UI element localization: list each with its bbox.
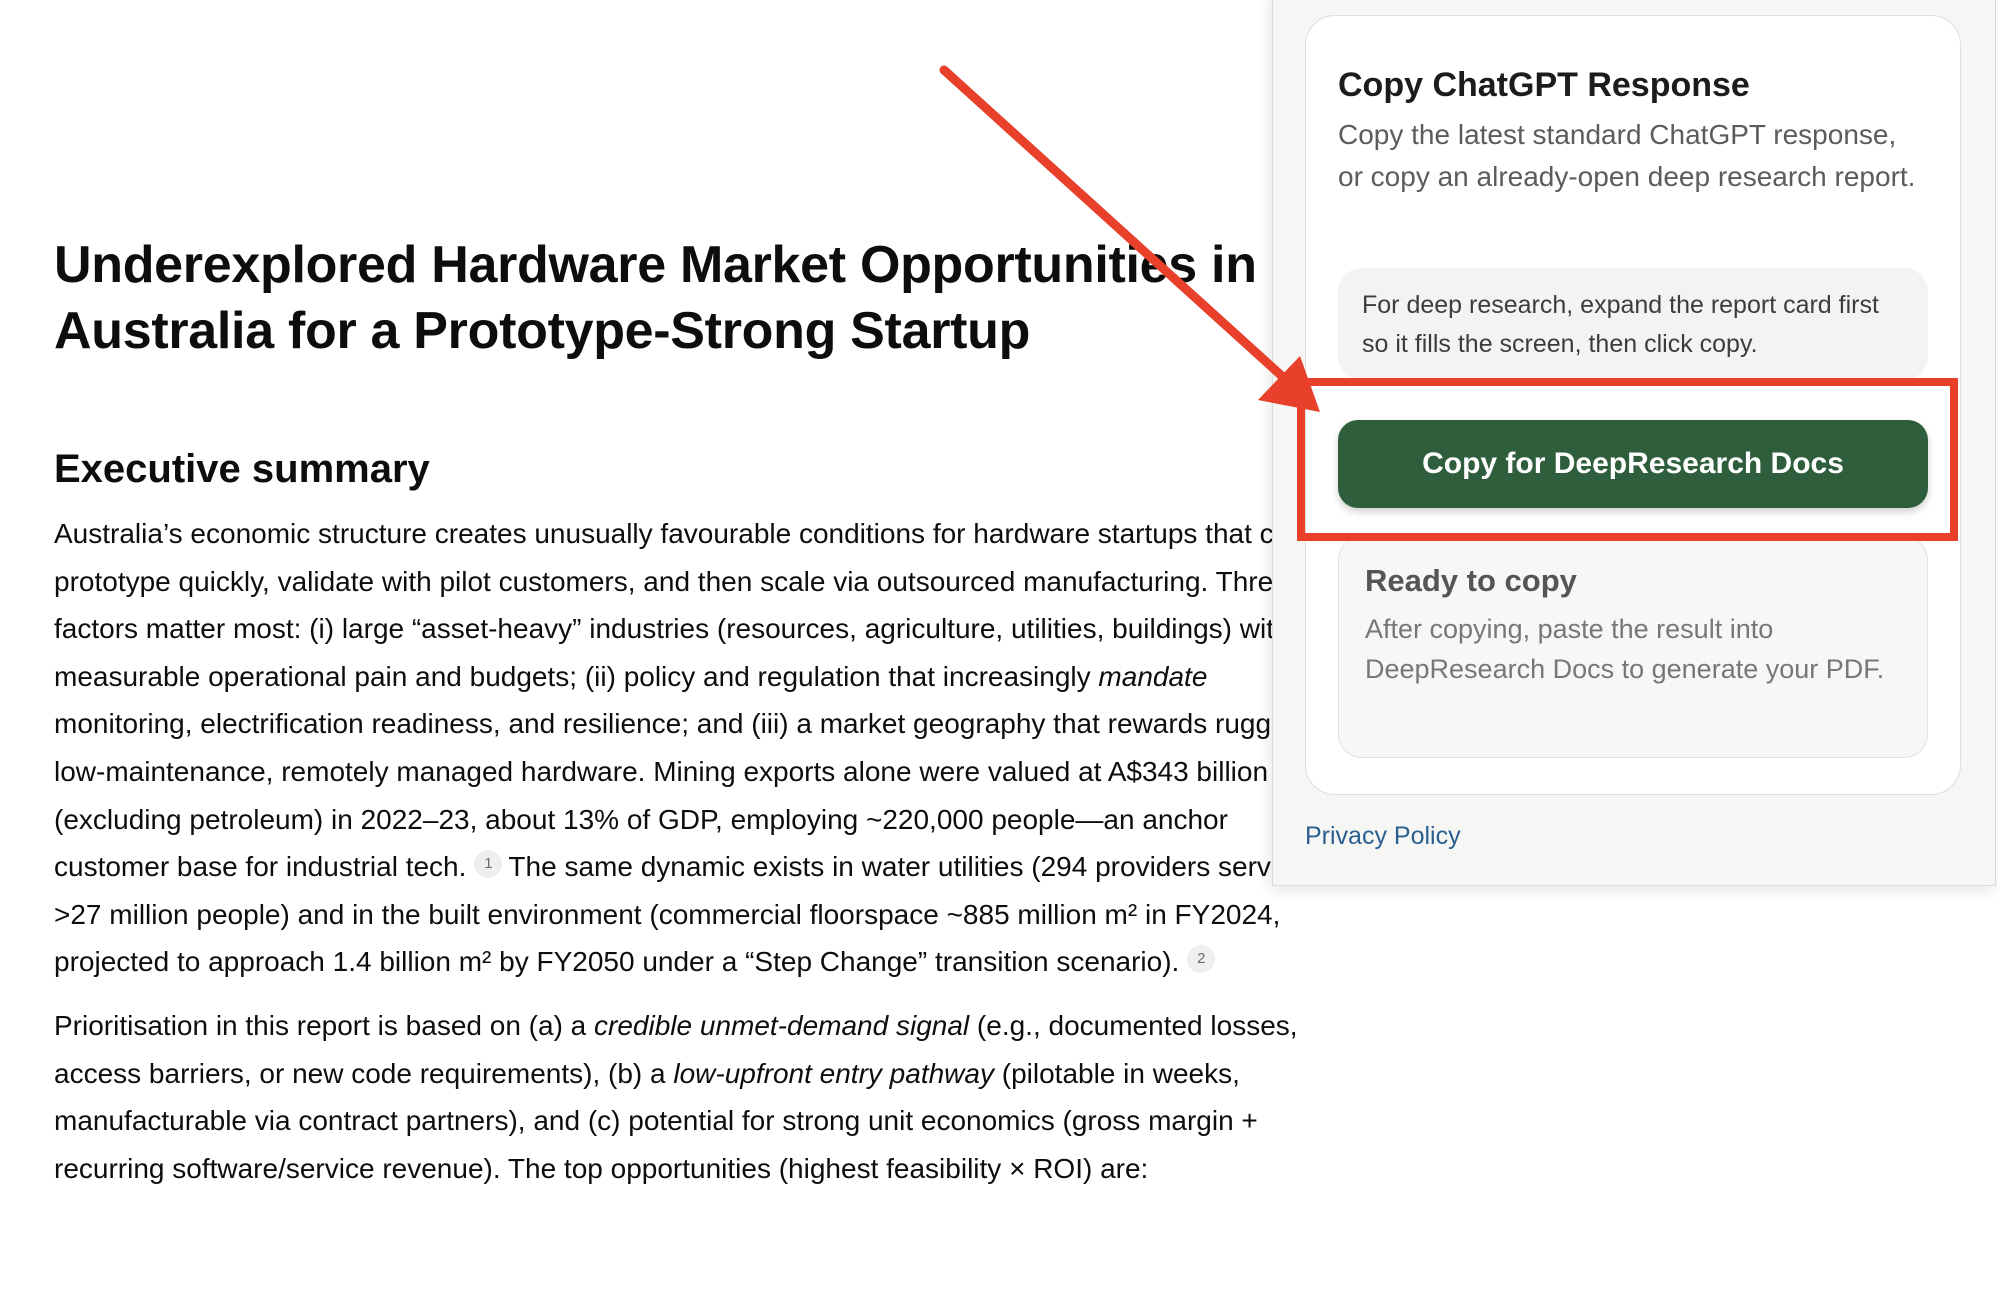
para2-emphasis-1: credible unmet-demand signal (594, 1009, 970, 1041)
screenshot-root: Underexplored Hardware Market Opportunit… (0, 0, 1998, 1306)
para2-text-1: Prioritisation in this report is based o… (54, 1009, 595, 1041)
para2-emphasis-2: low-upfront entry pathway (673, 1057, 994, 1089)
citation-badge-2[interactable]: 2 (1187, 945, 1216, 974)
extension-popup: Copy ChatGPT Response Copy the latest st… (1272, 0, 1996, 886)
status-text: After copying, paste the result into Dee… (1365, 614, 1885, 684)
popup-card: Copy ChatGPT Response Copy the latest st… (1305, 15, 1961, 795)
status-title: Ready to copy (1365, 563, 1577, 598)
deep-research-tip: For deep research, expand the report car… (1338, 268, 1928, 380)
summary-paragraph-2: Prioritisation in this report is based o… (54, 1002, 1316, 1192)
copy-for-deepresearch-docs-button[interactable]: Copy for DeepResearch Docs (1338, 420, 1928, 508)
summary-paragraph-1: Australia’s economic structure creates u… (54, 510, 1316, 986)
popup-title: Copy ChatGPT Response (1338, 66, 1750, 104)
popup-description: Copy the latest standard ChatGPT respons… (1338, 119, 1916, 192)
privacy-policy-link[interactable]: Privacy Policy (1305, 821, 1461, 851)
section-heading: Executive summary (54, 447, 430, 491)
citation-badge-1[interactable]: 1 (474, 850, 503, 879)
article: Underexplored Hardware Market Opportunit… (54, 232, 1314, 1192)
status-panel: Ready to copy After copying, paste the r… (1338, 536, 1928, 758)
para1-emphasis-1: mandate (1098, 660, 1208, 692)
article-title: Underexplored Hardware Market Opportunit… (54, 236, 1257, 360)
